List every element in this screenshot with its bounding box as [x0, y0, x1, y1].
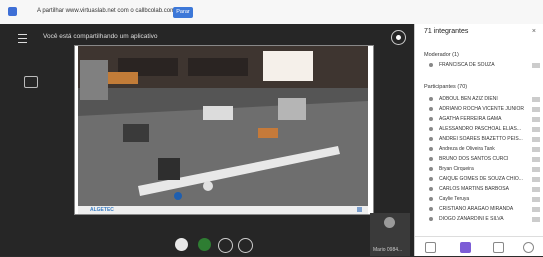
participant-name: Andreza de Oliveira Tank	[439, 146, 495, 152]
list-item[interactable]: Caylie Teruya	[415, 195, 543, 204]
lab-scene	[78, 46, 368, 206]
list-item[interactable]: Andreza de Oliveira Tank	[415, 145, 543, 154]
avatar	[384, 217, 395, 228]
list-item[interactable]: ADRIANO ROCHA VICENTE JUNIOR	[415, 105, 543, 114]
cabinet-door	[188, 58, 248, 76]
list-item[interactable]: AGATHA FERREIRA GAMA	[415, 115, 543, 124]
participant-name: ADBOUL BEN AZIZ DIENI	[439, 96, 498, 102]
share-icon[interactable]	[238, 238, 253, 253]
user-icon	[429, 167, 433, 171]
corner-icon	[357, 207, 362, 212]
participants-header: Participantes (70)	[424, 84, 468, 90]
participant-name: ANDREI SOARES BIAZETTO PEIS...	[439, 136, 523, 142]
presenter-tile: Mario 0984...	[370, 213, 410, 256]
user-icon	[429, 157, 433, 161]
connector	[174, 192, 182, 200]
menu-icon[interactable]	[532, 217, 540, 222]
menu-panel	[80, 60, 108, 100]
list-item[interactable]: CAIQUE GOMES DE SOUZA CHIO...	[415, 175, 543, 184]
screen-share-icon	[8, 7, 17, 16]
settings-icon[interactable]	[523, 242, 534, 253]
participants-panel: 71 integrantes × Moderador (1) FRANCISCA…	[414, 24, 543, 256]
people-icon[interactable]	[460, 242, 471, 253]
moderator-name: FRANCISCA DE SOUZA	[439, 62, 495, 68]
menu-icon[interactable]	[532, 207, 540, 212]
list-item[interactable]: ANDREI SOARES BIAZETTO PEIS...	[415, 135, 543, 144]
stop-icon[interactable]	[391, 30, 406, 45]
close-icon[interactable]: ×	[532, 28, 536, 35]
frame-footer: ALGETEC	[78, 206, 368, 214]
brand-label: ALGETEC	[90, 207, 114, 213]
user-icon	[429, 197, 433, 201]
list-item[interactable]: CRISTIANO ARAGAO MIRANDA	[415, 205, 543, 214]
menu-icon[interactable]	[532, 127, 540, 132]
menu-icon[interactable]	[532, 167, 540, 172]
clamp	[158, 158, 180, 180]
list-item[interactable]: Bryan Cirqueira	[415, 165, 543, 174]
share-notification-bar: A partilhar www.virtuaslab.net com o cal…	[0, 0, 543, 25]
members-count: 71 integrantes	[424, 28, 469, 35]
list-item[interactable]: ADBOUL BEN AZIZ DIENI	[415, 95, 543, 104]
list-item[interactable]: FRANCISCA DE SOUZA	[415, 61, 543, 70]
user-icon	[429, 177, 433, 181]
user-icon[interactable]	[175, 238, 188, 251]
power-supply	[278, 98, 306, 120]
menu-icon[interactable]	[532, 117, 540, 122]
moderator-header: Moderador (1)	[424, 52, 459, 58]
shared-screen: ALGETEC	[74, 45, 374, 215]
menu-icon[interactable]	[532, 157, 540, 162]
list-item[interactable]: CARLOS MARTINS BARBOSA	[415, 185, 543, 194]
participant-name: DIOGO ZANARDINI E SILVA	[439, 216, 504, 222]
list-item[interactable]: BRUNO DOS SANTOS CURCI	[415, 155, 543, 164]
screen-icon[interactable]	[24, 76, 38, 88]
menu-icon[interactable]	[532, 97, 540, 102]
user-icon	[429, 217, 433, 221]
participant-name: ADRIANO ROCHA VICENTE JUNIOR	[439, 106, 525, 112]
presenter-name: Mario 0984...	[373, 247, 403, 253]
participant-name: CARLOS MARTINS BARBOSA	[439, 186, 509, 192]
share-title: Você está compartilhando um aplicativo	[43, 33, 158, 40]
menu-icon[interactable]	[532, 147, 540, 152]
participant-name: CRISTIANO ARAGAO MIRANDA	[439, 206, 514, 212]
user-icon	[429, 147, 433, 151]
list-item[interactable]: ALESSANDRO PASCHOAL ELIAS...	[415, 125, 543, 134]
menu-icon[interactable]	[532, 197, 540, 202]
participant-name: BRUNO DOS SANTOS CURCI	[439, 156, 509, 162]
microphone-icon[interactable]	[198, 238, 211, 251]
user-icon	[429, 137, 433, 141]
share-message: A partilhar www.virtuaslab.net com o cal…	[37, 8, 181, 14]
menu-icon[interactable]	[532, 177, 540, 182]
block	[258, 128, 278, 138]
user-icon	[429, 127, 433, 131]
stop-sharing-button[interactable]: Parar	[173, 7, 193, 18]
device	[123, 124, 149, 142]
panel-tabs	[415, 236, 543, 257]
wall-panel	[263, 51, 313, 81]
menu-icon[interactable]	[532, 187, 540, 192]
camera-off-icon[interactable]	[218, 238, 233, 253]
lab-simulation	[78, 46, 368, 206]
participant-name: ALESSANDRO PASCHOAL ELIAS...	[439, 126, 521, 132]
meter	[203, 106, 233, 120]
participant-name: CAIQUE GOMES DE SOUZA CHIO...	[439, 176, 523, 182]
participant-name: Bryan Cirqueira	[439, 166, 474, 172]
menu-icon[interactable]	[532, 107, 540, 112]
user-icon	[429, 107, 433, 111]
chat-icon[interactable]	[425, 242, 436, 253]
participant-name: Caylie Teruya	[439, 196, 470, 202]
user-icon	[429, 63, 433, 67]
user-icon	[429, 117, 433, 121]
menu-icon[interactable]	[18, 34, 27, 43]
participant-name: AGATHA FERREIRA GAMA	[439, 116, 502, 122]
list-item[interactable]: DIOGO ZANARDINI E SILVA	[415, 215, 543, 224]
menu-icon[interactable]	[532, 137, 540, 142]
user-icon	[429, 97, 433, 101]
user-icon	[429, 207, 433, 211]
menu-icon[interactable]	[532, 63, 540, 68]
ball	[203, 181, 213, 191]
user-icon	[429, 187, 433, 191]
share-icon[interactable]	[493, 242, 504, 253]
control-bar	[0, 232, 414, 256]
